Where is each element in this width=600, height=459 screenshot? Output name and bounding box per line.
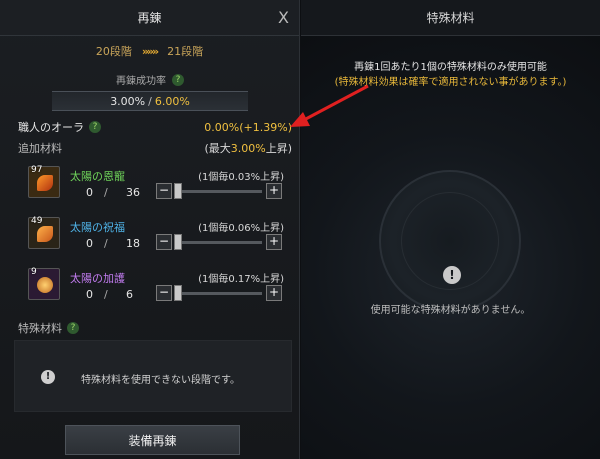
extra-max-value: 3.00% [230,142,266,155]
success-rate-box: 再錬成功率 ? 3.00% / 6.00% [52,72,248,114]
material-quantity: 0 [86,186,93,199]
equip-refine-button[interactable]: 装備再錬 [65,425,240,455]
material-slash: / [104,186,108,199]
material-owned-count: 49 [31,216,43,226]
material-glyph [37,277,53,293]
equip-refine-label: 装備再錬 [128,433,177,448]
stage-arrow-icon: »»» [141,44,159,58]
quantity-slider-thumb[interactable] [174,183,182,199]
refine-panel-header: 再錬 X [0,0,299,36]
material-max: 18 [126,237,140,250]
stage-from: 20段階 [95,45,132,58]
material-name: 太陽の恩寵 [70,170,125,183]
quantity-slider-track[interactable] [176,190,262,193]
material-max: 6 [126,288,133,301]
extra-materials-label: 追加材料 [18,142,62,155]
material-max: 36 [126,186,140,199]
special-materials-message: 特殊材料を使用できない段階です。 [81,375,240,386]
material-name: 太陽の加護 [70,272,125,285]
material-slash: / [104,237,108,250]
help-icon[interactable]: ? [89,121,101,133]
help-icon[interactable]: ? [67,322,79,334]
increase-button[interactable]: + [266,285,282,301]
material-owned-count: 9 [31,267,37,277]
extra-max-prefix: (最大 [204,142,231,155]
special-materials-header: 特殊材料 ? [18,320,79,336]
artisan-aura-row: 職人のオーラ ? 0.00%(+1.39%) [18,119,292,135]
success-rate-separator: / [148,94,152,108]
quantity-slider-thumb[interactable] [174,234,182,250]
stage-indicator: 20段階 »»» 21段階 [0,36,299,66]
quantity-slider-thumb[interactable] [174,285,182,301]
decrease-button[interactable]: − [156,285,172,301]
decrease-button[interactable]: − [156,234,172,250]
extra-materials-header: 追加材料 (最大3.00%上昇) [18,140,292,156]
quantity-slider-track[interactable] [176,292,262,295]
sun-grace-icon[interactable]: 97 [28,165,60,198]
artisan-aura-label-group: 職人のオーラ ? [18,119,101,135]
refine-panel: 再錬 X 20段階 »»» 21段階 再錬成功率 ? 3.00% / 6.00%… [0,0,300,459]
material-row: 49 太陽の祝福 (1個毎0.06%上昇) 0 / 18 − + [28,216,288,257]
material-rate-per-unit: (1個毎0.17%上昇) [198,274,284,285]
material-rate-per-unit: (1個毎0.06%上昇) [198,223,284,234]
special-materials-panel: 特殊材料 再錬1回あたり1個の特殊材料のみ使用可能 (特殊材料効果は確率で適用さ… [301,0,600,459]
extra-max-suffix: 上昇) [265,142,292,155]
special-materials-panel-header: 特殊材料 [301,0,600,36]
increase-button[interactable]: + [266,234,282,250]
material-slash: / [104,288,108,301]
sun-blessing-icon[interactable]: 49 [28,216,60,249]
special-materials-panel-title: 特殊材料 [426,11,475,25]
refine-panel-title: 再錬 [137,11,162,25]
special-materials-label: 特殊材料 [18,322,62,335]
success-rate-max: 6.00% [154,94,190,108]
success-rate-bar: 3.00% / 6.00% [52,91,248,111]
warning-icon: ! [443,266,461,284]
special-materials-box: ! 特殊材料を使用できない段階です。 [14,340,292,412]
stage-to: 21段階 [167,45,204,58]
material-name: 太陽の祝福 [70,221,125,234]
material-glyph [37,226,53,242]
decrease-button[interactable]: − [156,183,172,199]
material-quantity: 0 [86,237,93,250]
no-special-materials-message: 使用可能な特殊材料がありません。 [370,305,531,316]
success-rate-label-row: 再錬成功率 ? [52,72,248,87]
sun-protection-icon[interactable]: 9 [28,267,60,300]
material-row: 97 太陽の恩寵 (1個毎0.03%上昇) 0 / 36 − + [28,165,288,206]
material-quantity: 0 [86,288,93,301]
material-rate-per-unit: (1個毎0.03%上昇) [198,172,284,183]
help-icon[interactable]: ? [172,73,184,86]
quantity-slider-track[interactable] [176,241,262,244]
material-glyph [37,175,53,191]
material-owned-count: 97 [31,165,43,175]
close-icon[interactable]: X [278,8,289,27]
artisan-aura-label: 職人のオーラ [18,121,84,134]
special-probability-note: (特殊材料効果は確率で適用されない事があります。) [334,77,567,88]
warning-icon: ! [41,370,55,384]
success-rate-label: 再錬成功率 [116,76,166,87]
material-row: 9 太陽の加護 (1個毎0.17%上昇) 0 / 6 − + [28,267,288,308]
increase-button[interactable]: + [266,183,282,199]
special-usage-note: 再錬1回あたり1個の特殊材料のみ使用可能 [354,62,547,73]
extra-materials-max: (最大3.00%上昇) [204,140,292,156]
success-rate-current: 3.00% [110,94,146,108]
artisan-aura-value: 0.00%(+1.39%) [204,120,292,134]
